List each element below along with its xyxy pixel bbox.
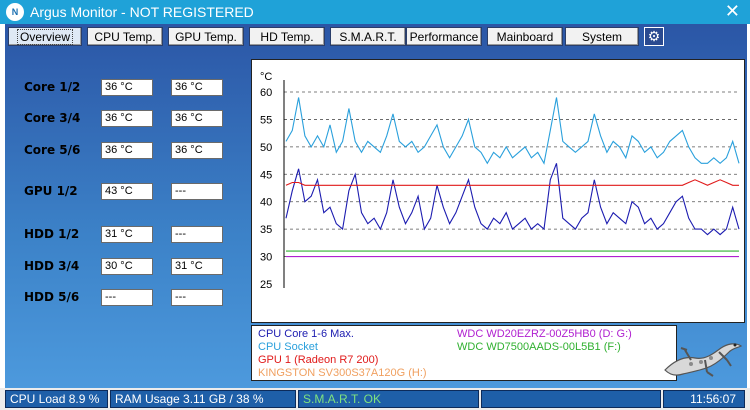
- y-tick-label: 40: [260, 197, 272, 209]
- temperature-chart-panel: °C 60 55 50 45 40 35 30 25: [251, 59, 745, 323]
- core-6-value: 36 °C: [171, 142, 223, 159]
- tab-label: System: [581, 30, 622, 44]
- tab-mainboard[interactable]: Mainboard: [487, 27, 563, 46]
- y-tick-label: 45: [260, 169, 272, 181]
- tab-label: S.M.A.R.T.: [339, 30, 397, 44]
- sensor-label-hdd-3-4: HDD 3/4: [24, 259, 80, 273]
- tab-cpu-temp[interactable]: CPU Temp.: [87, 27, 163, 46]
- sensor-label-gpu-1-2: GPU 1/2: [24, 184, 78, 198]
- y-tick-label: 30: [260, 252, 272, 264]
- hdd-2-value: ---: [171, 226, 223, 243]
- legend-entry-wdc-wd20: WDC WD20EZRZ-00Z5HB0 (D: G:): [457, 328, 632, 340]
- core-5-value: 36 °C: [101, 142, 153, 159]
- series-line-cpu-socket: [285, 97, 740, 165]
- status-field-empty-1: [481, 390, 661, 408]
- cpu-load-status: CPU Load 8.9 %: [5, 390, 108, 408]
- close-icon[interactable]: ✕: [725, 1, 740, 21]
- smart-status: S.M.A.R.T. OK: [298, 390, 479, 408]
- legend-entry-kingston: KINGSTON SV300S37A120G (H:): [258, 367, 427, 379]
- tab-smart[interactable]: S.M.A.R.T.: [330, 27, 406, 46]
- title-bar: N Argus Monitor - NOT REGISTERED ✕: [0, 0, 750, 24]
- tab-label: HD Temp.: [260, 30, 314, 44]
- y-tick-label: 35: [260, 224, 272, 236]
- tab-label: Mainboard: [496, 30, 554, 44]
- gear-icon[interactable]: ⚙: [644, 27, 664, 46]
- y-tick-label: 50: [260, 142, 272, 154]
- sensor-label-core-1-2: Core 1/2: [24, 80, 81, 94]
- sensor-label-core-3-4: Core 3/4: [24, 111, 81, 125]
- tab-label: GPU Temp.: [175, 30, 237, 44]
- tab-performance[interactable]: Performance: [406, 27, 482, 46]
- chart-legend: CPU Core 1-6 Max. CPU Socket GPU 1 (Rade…: [251, 325, 677, 381]
- tab-bar: Overview CPU Temp. GPU Temp. HD Temp. S.…: [5, 24, 747, 48]
- tab-overview[interactable]: Overview: [8, 27, 82, 46]
- hdd-3-value: 30 °C: [101, 258, 153, 275]
- window-title: Argus Monitor - NOT REGISTERED: [30, 4, 254, 20]
- lizard-mascot-icon: [664, 343, 743, 377]
- y-tick-label: 55: [260, 114, 272, 126]
- legend-entry-cpu-core-max: CPU Core 1-6 Max.: [258, 328, 354, 340]
- tab-gpu-temp[interactable]: GPU Temp.: [168, 27, 244, 46]
- legend-entry-gpu: GPU 1 (Radeon R7 200): [258, 354, 379, 366]
- tab-label: Performance: [409, 30, 479, 44]
- core-3-value: 36 °C: [101, 110, 153, 127]
- tab-label: CPU Temp.: [94, 30, 156, 44]
- tab-system[interactable]: System: [565, 27, 639, 46]
- hdd-5-value: ---: [101, 289, 153, 306]
- hdd-1-value: 31 °C: [101, 226, 153, 243]
- hdd-4-value: 31 °C: [171, 258, 223, 275]
- hdd-6-value: ---: [171, 289, 223, 306]
- core-1-value: 36 °C: [101, 79, 153, 96]
- series-line-gpu-1-radeon-r7-200: [285, 179, 739, 186]
- temperature-chart: °C 60 55 50 45 40 35 30 25: [260, 71, 740, 291]
- gpu-2-value: ---: [171, 183, 223, 200]
- main-window: Overview CPU Temp. GPU Temp. HD Temp. S.…: [5, 24, 747, 410]
- tab-hd-temp[interactable]: HD Temp.: [249, 27, 325, 46]
- tab-label: Overview: [16, 29, 73, 45]
- ram-usage-status: RAM Usage 3.11 GB / 38 %: [110, 390, 296, 408]
- status-bar: CPU Load 8.9 % RAM Usage 3.11 GB / 38 % …: [0, 388, 750, 410]
- sensor-label-core-5-6: Core 5/6: [24, 143, 81, 157]
- y-axis-unit-label: °C: [260, 71, 272, 83]
- core-2-value: 36 °C: [171, 79, 223, 96]
- clock-status: 11:56:07: [663, 390, 745, 408]
- app-logo-icon: N: [6, 3, 24, 21]
- gpu-1-value: 43 °C: [101, 183, 153, 200]
- y-tick-label: 25: [260, 279, 272, 291]
- y-tick-label: 60: [260, 87, 272, 99]
- core-4-value: 36 °C: [171, 110, 223, 127]
- legend-entry-wdc-wd75: WDC WD7500AADS-00L5B1 (F:): [457, 341, 621, 353]
- sensor-label-hdd-1-2: HDD 1/2: [24, 227, 80, 241]
- legend-entry-cpu-socket: CPU Socket: [258, 341, 318, 353]
- sensor-label-hdd-5-6: HDD 5/6: [24, 290, 80, 304]
